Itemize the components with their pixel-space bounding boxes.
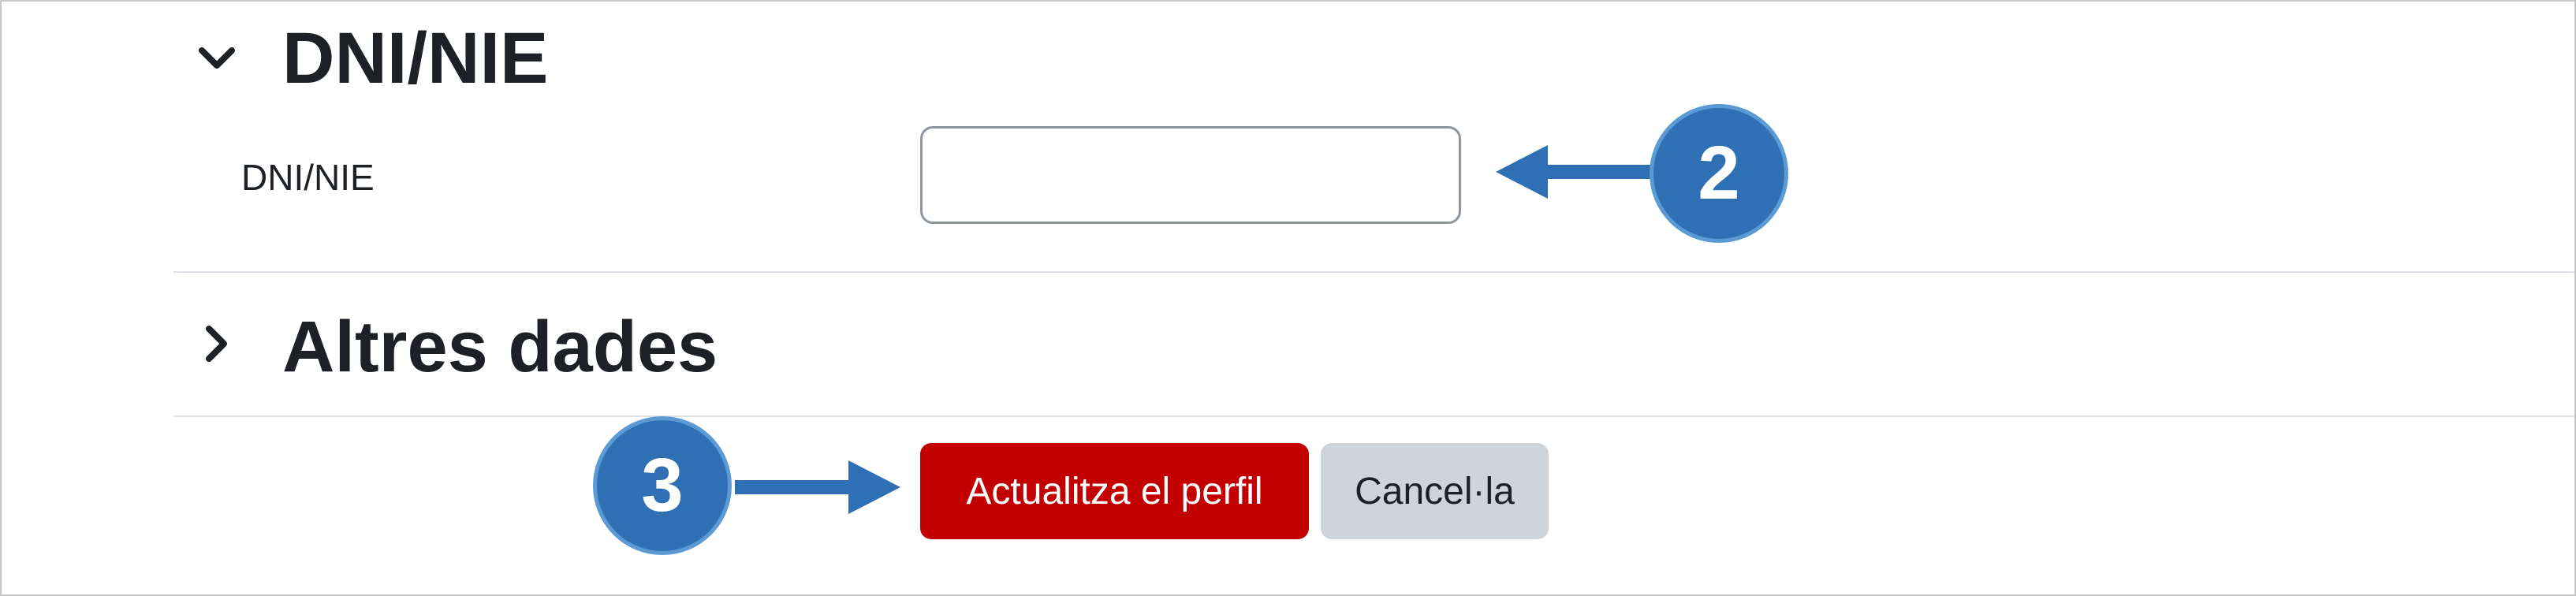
section-toggle-dni[interactable] — [193, 35, 240, 82]
section-title-dni[interactable]: DNI/NIE — [282, 22, 548, 95]
cancel-button[interactable]: Cancel·la — [1321, 443, 1549, 539]
chevron-down-icon — [199, 47, 235, 69]
dni-input[interactable] — [920, 126, 1461, 224]
annotation-arrow-left-icon — [1496, 145, 1669, 199]
chevron-right-icon — [206, 326, 227, 362]
section-divider — [173, 271, 2574, 273]
annotation-badge-3: 3 — [593, 416, 732, 555]
dni-field-label: DNI/NIE — [241, 157, 375, 198]
section-divider — [173, 415, 2574, 417]
section-toggle-other[interactable] — [193, 320, 240, 367]
annotation-badge-2: 2 — [1650, 104, 1788, 243]
annotation-arrow-right-icon — [735, 460, 900, 514]
section-title-other[interactable]: Altres dades — [282, 311, 718, 383]
profile-form-panel: DNI/NIE DNI/NIE 2 Altres dades 3 Actuali… — [0, 0, 2576, 596]
update-profile-button[interactable]: Actualitza el perfil — [920, 443, 1309, 539]
